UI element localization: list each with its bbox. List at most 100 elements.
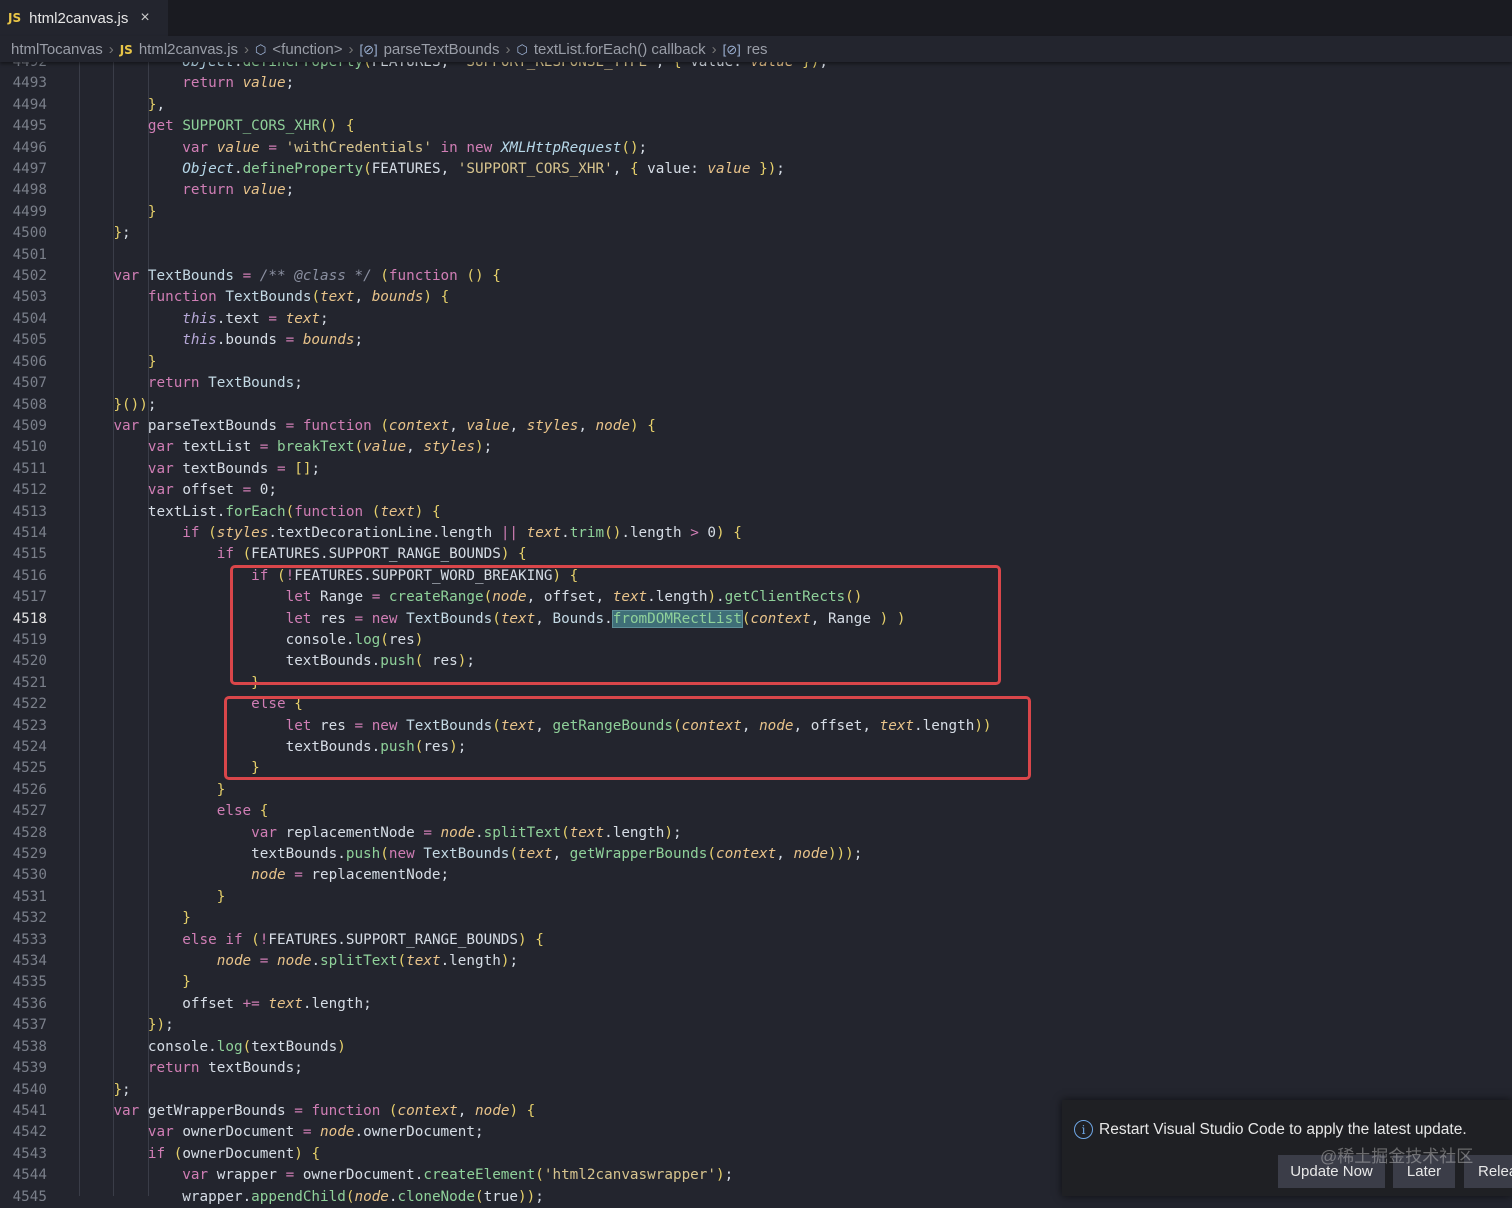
code-line[interactable]: 4493 return value; (0, 73, 1512, 94)
code-text: Object.defineProperty(FEATURES, 'SUPPORT… (182, 161, 785, 178)
notification-message: Restart Visual Studio Code to apply the … (1099, 1120, 1467, 1138)
code-text: else if (!FEATURES.SUPPORT_RANGE_BOUNDS)… (182, 931, 544, 948)
code-text: } (182, 974, 191, 991)
line-number: 4534 (12, 953, 47, 970)
line-number: 4526 (12, 781, 47, 798)
code-text: textList.forEach(function (text) { (147, 503, 441, 520)
code-text: var textBounds = []; (147, 460, 321, 477)
line-number: 4525 (12, 760, 47, 777)
code-line[interactable]: 4497 Object.defineProperty(FEATURES, 'SU… (0, 159, 1512, 180)
breadcrumb: htmlTocanvas › JS html2canvas.js › ⬡ <function… (0, 36, 1512, 62)
code-line[interactable]: 4535 } (0, 972, 1512, 993)
code-line[interactable]: 4503 function TextBounds(text, bounds) { (0, 287, 1512, 308)
annotation-box-else-branch (224, 696, 1031, 780)
code-line[interactable]: 4531 } (0, 887, 1512, 908)
chevron-right-icon: › (244, 40, 250, 58)
method-cube-icon: ⬡ (255, 41, 267, 57)
line-number: 4535 (12, 974, 47, 991)
code-line[interactable]: 4500 }; (0, 223, 1512, 244)
line-number: 4499 (12, 203, 47, 220)
code-line[interactable]: 4509 var parseTextBounds = function (con… (0, 416, 1512, 437)
line-number: 4540 (12, 1081, 47, 1098)
code-text: offset += text.length; (182, 995, 372, 1012)
code-text: else { (216, 803, 269, 820)
line-number: 4515 (12, 546, 47, 563)
breadcrumb-item[interactable]: ⬡ textList.forEach() callback (517, 41, 706, 58)
code-line[interactable]: 4536 offset += text.length; (0, 994, 1512, 1015)
breadcrumb-item[interactable]: [⊘] res (723, 41, 768, 58)
line-number: 4527 (12, 803, 47, 820)
line-number: 4513 (12, 503, 47, 520)
code-line[interactable]: 4496 var value = 'withCredentials' in ne… (0, 138, 1512, 159)
code-line[interactable]: 4511 var textBounds = []; (0, 459, 1512, 480)
line-number: 4542 (12, 1124, 47, 1141)
line-number: 4508 (12, 396, 47, 413)
code-text: return value; (182, 75, 295, 92)
chevron-right-icon: › (108, 40, 114, 58)
line-number: 4523 (12, 717, 47, 734)
code-line[interactable]: 4498 return value; (0, 180, 1512, 201)
breadcrumb-item[interactable]: [⊘] parseTextBounds (359, 41, 499, 58)
code-line[interactable]: 4530 node = replacementNode; (0, 865, 1512, 886)
code-line[interactable]: 4538 console.log(textBounds) (0, 1037, 1512, 1058)
code-line[interactable]: 4504 this.text = text; (0, 309, 1512, 330)
annotation-box-if-branch (230, 565, 1001, 685)
breadcrumb-item[interactable]: ⬡ <function> (255, 41, 342, 58)
line-number: 4522 (12, 696, 47, 713)
line-number: 4539 (12, 1060, 47, 1077)
code-line[interactable]: 4502 var TextBounds = /** @class */ (fun… (0, 266, 1512, 287)
code-line[interactable]: 4514 if (styles.textDecorationLine.lengt… (0, 523, 1512, 544)
code-line[interactable]: 4532 } (0, 908, 1512, 929)
code-text: if (styles.textDecorationLine.length || … (182, 524, 742, 541)
code-text: node = node.splitText(text.length); (216, 953, 519, 970)
code-text: var replacementNode = node.splitText(tex… (251, 824, 682, 841)
code-line[interactable]: 4499 } (0, 202, 1512, 223)
code-line[interactable]: 4533 else if (!FEATURES.SUPPORT_RANGE_BO… (0, 930, 1512, 951)
line-number: 4516 (12, 567, 47, 584)
code-text: var ownerDocument = node.ownerDocument; (147, 1124, 484, 1141)
line-number: 4514 (12, 524, 47, 541)
code-line[interactable]: 4510 var textList = breakText(value, sty… (0, 437, 1512, 458)
code-line[interactable]: 4539 return textBounds; (0, 1058, 1512, 1079)
code-line[interactable]: 4508 }()); (0, 395, 1512, 416)
breadcrumb-label: parseTextBounds (383, 40, 500, 58)
breadcrumb-label: htmlTocanvas (11, 40, 103, 58)
breadcrumb-label: html2canvas.js (138, 40, 239, 58)
code-line[interactable]: 4495 get SUPPORT_CORS_XHR() { (0, 116, 1512, 137)
breadcrumb-label: textList.forEach() callback (533, 40, 706, 58)
code-line[interactable]: 4537 }); (0, 1015, 1512, 1036)
code-text: node = replacementNode; (251, 867, 450, 884)
line-number: 4517 (12, 589, 47, 606)
breadcrumb-label: <function> (272, 40, 343, 58)
code-line[interactable]: 4507 return TextBounds; (0, 373, 1512, 394)
code-line[interactable]: 4513 textList.forEach(function (text) { (0, 502, 1512, 523)
code-line[interactable]: 4494 }, (0, 95, 1512, 116)
code-line[interactable]: 4540 }; (0, 1080, 1512, 1101)
code-text: return textBounds; (147, 1060, 303, 1077)
code-line[interactable]: 4506 } (0, 352, 1512, 373)
tab-html2canvas-js[interactable]: JS html2canvas.js × (0, 0, 168, 36)
code-line[interactable]: 4515 if (FEATURES.SUPPORT_RANGE_BOUNDS) … (0, 544, 1512, 565)
tab-title: html2canvas.js (29, 9, 129, 27)
code-text: return value; (182, 182, 295, 199)
code-line[interactable]: 4526 } (0, 780, 1512, 801)
line-number: 4502 (12, 268, 47, 285)
javascript-file-icon: JS (119, 42, 133, 57)
code-text: var textList = breakText(value, styles); (147, 439, 493, 456)
code-line[interactable]: 4534 node = node.splitText(text.length); (0, 951, 1512, 972)
code-text: var wrapper = ownerDocument.createElemen… (182, 1167, 734, 1184)
code-text: return TextBounds; (147, 375, 303, 392)
line-number: 4541 (12, 1102, 47, 1119)
breadcrumb-item[interactable]: htmlTocanvas (11, 41, 103, 58)
code-line[interactable]: 4527 else { (0, 801, 1512, 822)
line-number: 4501 (12, 246, 47, 263)
tab-bar: JS html2canvas.js × (0, 0, 1512, 36)
code-line[interactable]: 4528 var replacementNode = node.splitTex… (0, 823, 1512, 844)
code-line[interactable]: 4529 textBounds.push(new TextBounds(text… (0, 844, 1512, 865)
code-line[interactable]: 4505 this.bounds = bounds; (0, 330, 1512, 351)
close-icon[interactable]: × (140, 9, 149, 27)
code-line[interactable]: 4512 var offset = 0; (0, 480, 1512, 501)
breadcrumb-item[interactable]: JS html2canvas.js (120, 41, 238, 58)
code-line[interactable]: 4501 (0, 245, 1512, 266)
code-text: var getWrapperBounds = function (context… (113, 1102, 536, 1119)
